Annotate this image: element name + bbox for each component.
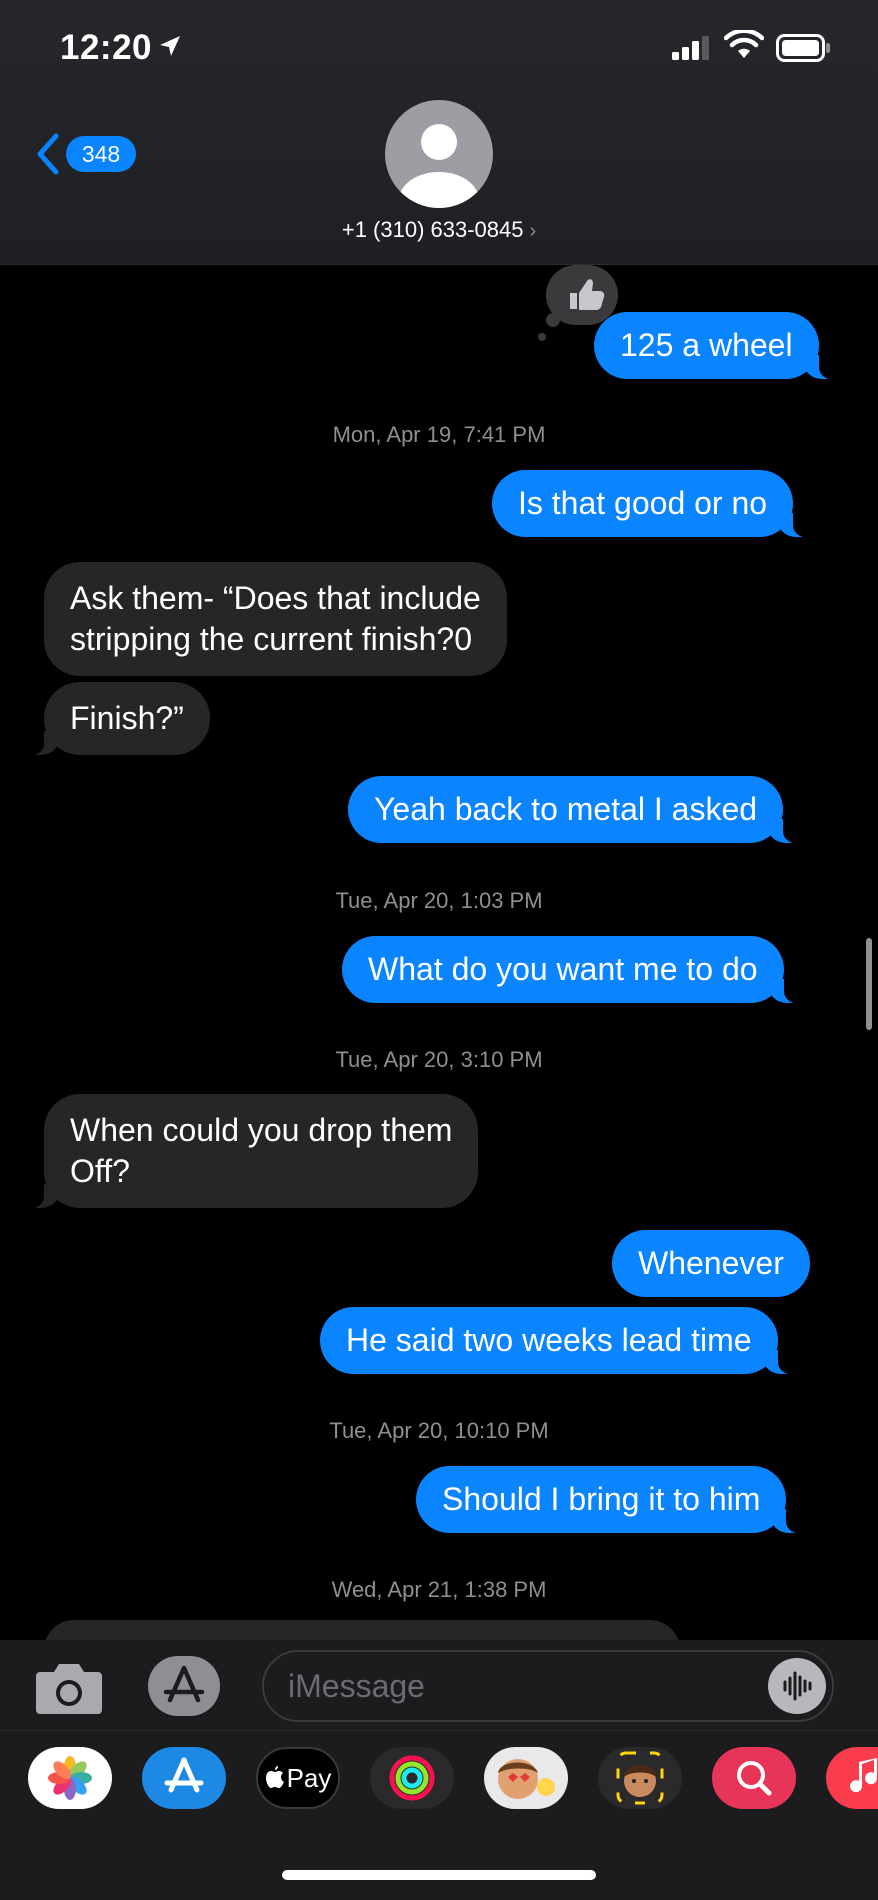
- outgoing-message[interactable]: What do you want me to do: [342, 936, 800, 1003]
- apps-button[interactable]: [148, 1656, 220, 1716]
- message-thread[interactable]: 125 a wheel Mon, Apr 19, 7:41 PM Is that…: [0, 0, 878, 1640]
- app-store-glyph-icon: [163, 1665, 205, 1703]
- apple-logo-icon: [265, 1766, 284, 1788]
- outgoing-message[interactable]: Should I bring it to him: [416, 1466, 803, 1533]
- images-search-icon[interactable]: [712, 1747, 796, 1809]
- outgoing-message[interactable]: Yeah back to metal I asked: [348, 776, 800, 843]
- waveform-icon: [783, 1671, 812, 1701]
- photos-icon[interactable]: [28, 1747, 112, 1809]
- memoji-stickers-icon[interactable]: [484, 1747, 568, 1809]
- audio-message-button[interactable]: [768, 1658, 826, 1714]
- timestamp: Wed, Apr 21, 1:38 PM: [331, 1577, 547, 1602]
- timestamp: Tue, Apr 20, 3:10 PM: [335, 1047, 543, 1072]
- incoming-message[interactable]: Ask them- “Does that include stripping t…: [44, 562, 507, 676]
- apple-pay-label: Pay: [286, 1762, 332, 1793]
- scroll-indicator[interactable]: [866, 938, 872, 1030]
- imessage-placeholder: iMessage: [288, 1668, 425, 1704]
- memoji-icon[interactable]: [598, 1747, 682, 1809]
- imessage-input[interactable]: iMessage: [262, 1650, 834, 1722]
- apple-pay-icon[interactable]: Pay: [256, 1747, 340, 1809]
- timestamp: Mon, Apr 19, 7:41 PM: [332, 422, 546, 447]
- timestamp: Tue, Apr 20, 10:10 PM: [329, 1418, 549, 1443]
- tapback-dot: [538, 333, 546, 341]
- app-store-icon[interactable]: [142, 1747, 226, 1809]
- timestamp: Tue, Apr 20, 1:03 PM: [335, 888, 543, 913]
- camera-icon[interactable]: [34, 1660, 104, 1716]
- incoming-message-partial[interactable]: [44, 1620, 680, 1640]
- outgoing-message[interactable]: 125 a wheel: [594, 312, 835, 379]
- outgoing-message[interactable]: He said two weeks lead time: [320, 1307, 794, 1374]
- home-indicator[interactable]: [282, 1870, 596, 1880]
- outgoing-message[interactable]: Is that good or no: [492, 470, 810, 537]
- tapback-dot: [546, 313, 560, 327]
- incoming-message[interactable]: When could you drop them Off?: [27, 1094, 479, 1208]
- incoming-message[interactable]: Finish?”: [28, 682, 210, 755]
- fitness-icon[interactable]: [370, 1747, 454, 1809]
- outgoing-message[interactable]: Whenever: [612, 1230, 810, 1297]
